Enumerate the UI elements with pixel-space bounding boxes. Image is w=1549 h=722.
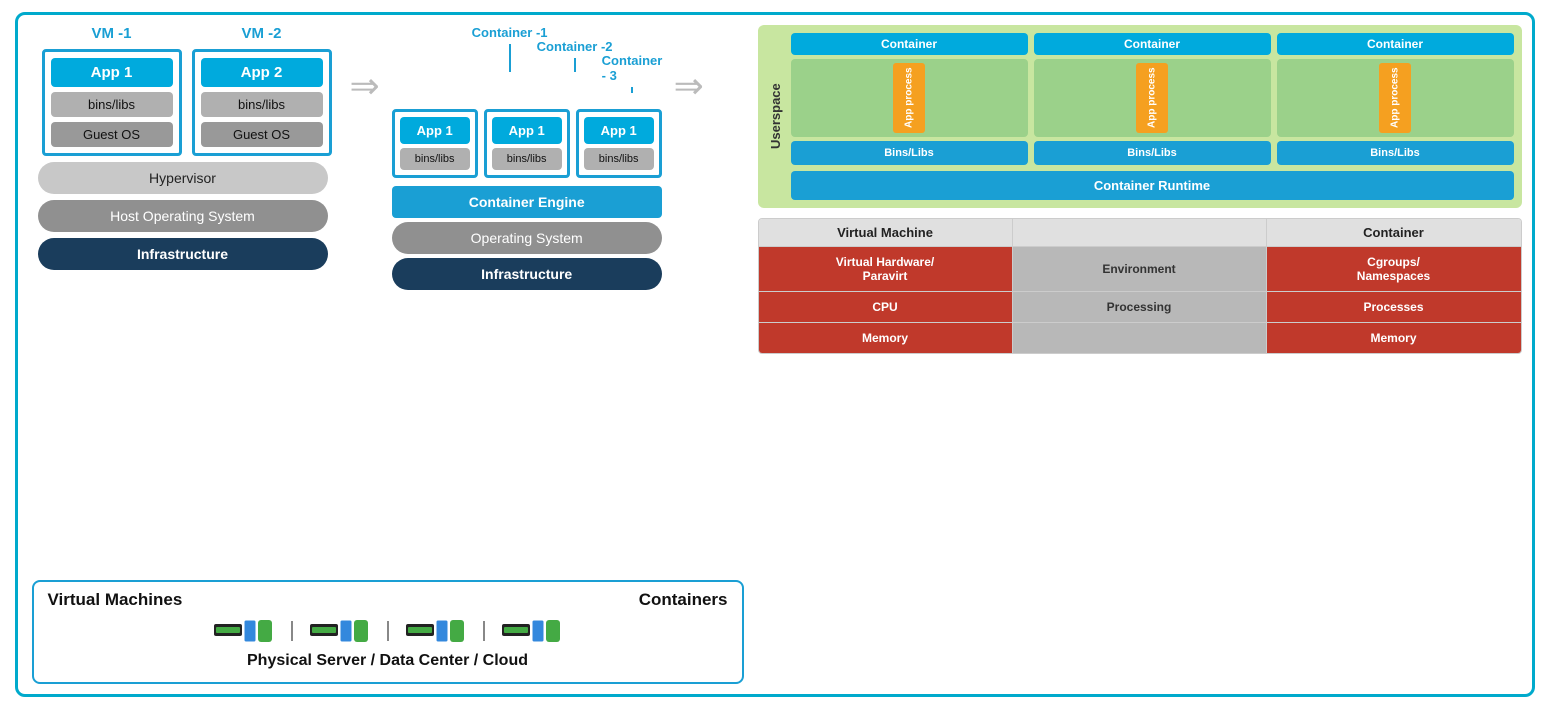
server-unit-1 — [214, 616, 274, 646]
comp-container-memory: Memory — [1267, 323, 1521, 353]
physical-server-box: Virtual Machines Containers — [32, 580, 744, 684]
container2-box: App 1 bins/libs — [484, 109, 570, 178]
vm2-bins: bins/libs — [201, 92, 323, 117]
rc3-header: Container — [1277, 33, 1514, 55]
vm2-app: App 2 — [201, 58, 323, 87]
comp-cgroups: Cgroups/ Namespaces — [1267, 247, 1521, 291]
container-infra-block: Infrastructure — [392, 258, 662, 290]
vm1-guestos: Guest OS — [51, 122, 173, 147]
userspace-label: Userspace — [766, 33, 785, 200]
comp-row-2: CPU Processing Processes — [759, 291, 1521, 322]
connector-1 — [288, 621, 296, 641]
comp-storage-label — [1013, 323, 1267, 353]
runtime-bins-row: Bins/Libs Bins/Libs Bins/Libs — [791, 141, 1514, 165]
virtual-machines-title: Virtual Machines — [48, 590, 183, 610]
runtime-containers: Container Container Container App proces… — [791, 33, 1514, 200]
server-unit-4 — [502, 616, 562, 646]
c1-app: App 1 — [400, 117, 470, 144]
container1-box: App 1 bins/libs — [392, 109, 478, 178]
comp-cpu: CPU — [759, 292, 1013, 322]
runtime-col-1: Container — [791, 33, 1028, 55]
bins3: Bins/Libs — [1277, 141, 1514, 165]
connector-3 — [480, 621, 488, 641]
containers-column: Container -1 Container -2 Container - 3 — [392, 25, 662, 290]
vm1-label: VM -1 — [91, 25, 131, 42]
container3-label: Container - 3 — [602, 53, 663, 83]
server-unit-3 — [406, 616, 466, 646]
c3-bins: bins/libs — [584, 148, 654, 170]
app-process-2: App process — [1136, 63, 1168, 133]
app-process-1: App process — [893, 63, 925, 133]
operating-system-block: Operating System — [392, 222, 662, 254]
vm2-label: VM -2 — [241, 25, 281, 42]
physical-subtitle: Physical Server / Data Center / Cloud — [48, 652, 728, 670]
vm-infra-block: Infrastructure — [38, 238, 328, 270]
runtime-col-2: Container — [1034, 33, 1271, 55]
arrow2: ⇒ — [670, 65, 708, 107]
container-engine-block: Container Engine — [392, 186, 662, 218]
env-header — [1013, 219, 1267, 246]
left-panel: VM -1 VM -2 App 1 bins/libs Guest OS App… — [28, 25, 748, 684]
containers-title: Containers — [639, 590, 728, 610]
comp-processing-label: Processing — [1013, 292, 1267, 322]
server-unit-2 — [310, 616, 370, 646]
hostos-block: Host Operating System — [38, 200, 328, 232]
container2-label: Container -2 — [537, 39, 613, 54]
runtime-diagram: Userspace Container Container Container — [758, 25, 1522, 208]
container-runtime-bar: Container Runtime — [791, 171, 1514, 200]
runtime-headers-row: Container Container Container — [791, 33, 1514, 55]
hypervisor-block: Hypervisor — [38, 162, 328, 194]
bins1: Bins/Libs — [791, 141, 1028, 165]
app-process-3: App process — [1379, 63, 1411, 133]
comparison-table: Virtual Machine Container Virtual Hardwa… — [758, 218, 1522, 354]
vm1-bins: bins/libs — [51, 92, 173, 117]
comp-row-3: Memory Memory — [759, 322, 1521, 353]
arrow1: ⇒ — [346, 65, 384, 107]
container3-box: App 1 bins/libs — [576, 109, 662, 178]
vm1-box: App 1 bins/libs Guest OS — [42, 49, 182, 156]
c2-app: App 1 — [492, 117, 562, 144]
c3-app: App 1 — [584, 117, 654, 144]
vm-header: Virtual Machine — [759, 219, 1013, 246]
runtime-col-3: Container — [1277, 33, 1514, 55]
c1-bins: bins/libs — [400, 148, 470, 170]
bins2: Bins/Libs — [1034, 141, 1271, 165]
c2-bins: bins/libs — [492, 148, 562, 170]
vm1-app: App 1 — [51, 58, 173, 87]
main-container: VM -1 VM -2 App 1 bins/libs Guest OS App… — [15, 12, 1535, 697]
container1-label: Container -1 — [472, 25, 548, 40]
vm2-box: App 2 bins/libs Guest OS — [192, 49, 332, 156]
runtime-apps-row: App process App process App process — [791, 59, 1514, 137]
comp-processes: Processes — [1267, 292, 1521, 322]
right-panel: Userspace Container Container Container — [758, 25, 1522, 684]
comp-vm-memory: Memory — [759, 323, 1013, 353]
vm2-guestos: Guest OS — [201, 122, 323, 147]
rc2-header: Container — [1034, 33, 1271, 55]
comp-row-1: Virtual Hardware/ Paravirt Environment C… — [759, 246, 1521, 291]
container-header: Container — [1267, 219, 1521, 246]
comp-vm-hw: Virtual Hardware/ Paravirt — [759, 247, 1013, 291]
comp-env-label: Environment — [1013, 247, 1267, 291]
rc1-header: Container — [791, 33, 1028, 55]
comp-header-row: Virtual Machine Container — [759, 219, 1521, 246]
server-icons-row — [48, 616, 728, 646]
vm-column: VM -1 VM -2 App 1 bins/libs Guest OS App… — [28, 25, 338, 270]
connector-2 — [384, 621, 392, 641]
